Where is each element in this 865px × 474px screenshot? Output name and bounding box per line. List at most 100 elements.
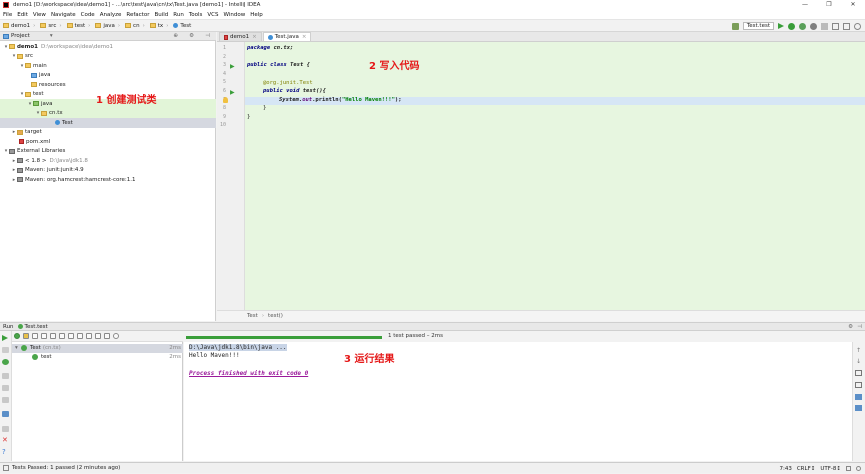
tree-item-junit[interactable]: ▸ Maven: junit:junit:4.9 (0, 166, 216, 176)
tree-item-main-java[interactable]: java (0, 71, 216, 81)
menu-edit[interactable]: Edit (17, 12, 28, 18)
close-icon[interactable]: × (302, 34, 307, 40)
menu-analyze[interactable]: Analyze (100, 12, 122, 18)
status-icon[interactable] (3, 465, 9, 471)
tab-test-java[interactable]: Test.java × (262, 32, 312, 41)
editor-crumb-class[interactable]: Test (247, 313, 258, 319)
hide-icon[interactable]: ⊣ (205, 33, 210, 39)
project-pane-header[interactable]: Project ▾ ⊕ ⚙ ⊣ (0, 32, 216, 41)
pin-icon[interactable] (2, 426, 9, 432)
build-hammer-icon[interactable] (731, 22, 739, 30)
menu-vcs[interactable]: VCS (207, 12, 218, 18)
file-encoding[interactable]: UTF-8↕ (820, 466, 841, 472)
expand-all-icon[interactable] (59, 333, 65, 339)
menu-view[interactable]: View (33, 12, 46, 18)
filter-icon[interactable] (50, 333, 56, 339)
run-icon[interactable] (778, 23, 784, 29)
scroll-to-end-icon[interactable] (855, 382, 862, 388)
breadcrumb-item[interactable]: src › (40, 23, 64, 29)
inspector-icon[interactable] (856, 466, 861, 471)
console-output[interactable]: D:\Java\jdk1.8\bin\java ... Hello Maven!… (184, 342, 852, 461)
rerun-failed-icon[interactable] (2, 347, 9, 353)
editor-crumb-method[interactable]: test() (268, 313, 283, 319)
sort-duration-icon[interactable] (41, 333, 47, 339)
soft-wrap-icon[interactable] (855, 370, 862, 376)
stop-icon[interactable] (2, 373, 9, 379)
sync-icon[interactable]: ⊕ (173, 33, 178, 39)
tree-item-target[interactable]: ▸ target (0, 128, 216, 138)
lock-icon[interactable] (846, 466, 851, 471)
tree-item-hamcrest[interactable]: ▸ Maven: org.hamcrest:hamcrest-core:1.1 (0, 175, 216, 185)
tree-item-test-class[interactable]: Test (0, 118, 216, 128)
debug-icon[interactable] (788, 22, 795, 30)
tree-item-jdk[interactable]: ▸ < 1.8 > D:\Java\jdk1.8 (0, 156, 216, 166)
status-message[interactable]: Tests Passed: 1 passed (2 minutes ago) (12, 465, 120, 471)
tree-item-pom[interactable]: pom.xml (0, 137, 216, 147)
close-run-icon[interactable]: ✕ (2, 437, 9, 444)
scroll-up-icon[interactable]: ↑ (856, 347, 861, 354)
menu-tools[interactable]: Tools (189, 12, 203, 18)
run-gutter-icon[interactable]: ▶ (230, 63, 235, 70)
tree-item-demo1[interactable]: ▾ demo1 D:\workspace\idea\demo1 (0, 42, 216, 52)
close-icon[interactable]: × (252, 34, 257, 40)
settings-icon[interactable] (843, 22, 850, 30)
run-gutter-icon[interactable]: ▶ (230, 89, 235, 96)
menu-window[interactable]: Window (224, 12, 246, 18)
coverage-icon[interactable] (799, 22, 806, 30)
breadcrumb-item[interactable]: cn › (125, 23, 148, 29)
settings-icon[interactable]: ⚙ (189, 33, 194, 39)
caret-position[interactable]: 7:43 (779, 466, 791, 472)
tree-item-cn-tx[interactable]: ▾ cn.tx (0, 108, 216, 118)
code-editor[interactable]: package cn.tx; public class Test { @org.… (245, 42, 865, 310)
test-case-row[interactable]: test 2ms (12, 353, 183, 362)
tree-item-main[interactable]: ▾ main (0, 61, 216, 71)
menu-code[interactable]: Code (81, 12, 95, 18)
clear-all-icon[interactable] (855, 405, 862, 411)
hide-icon[interactable]: ⊣ (857, 324, 862, 330)
line-separator[interactable]: CRLF↕ (797, 466, 816, 472)
export-icon[interactable] (95, 333, 101, 339)
stop-icon[interactable] (821, 22, 828, 30)
dump-threads-icon[interactable] (2, 411, 9, 417)
print-icon[interactable] (855, 394, 862, 400)
export-icon[interactable] (2, 397, 9, 403)
show-ignored-icon[interactable] (23, 333, 29, 339)
menu-file[interactable]: File (3, 12, 12, 18)
rerun-icon[interactable] (2, 335, 8, 341)
layout-icon[interactable] (2, 385, 9, 391)
menu-help[interactable]: Help (250, 12, 263, 18)
search-icon[interactable] (854, 22, 861, 30)
previous-icon[interactable] (77, 333, 83, 339)
tree-item-resources[interactable]: resources (0, 80, 216, 90)
history-icon[interactable] (104, 333, 110, 339)
tab-demo1[interactable]: demo1 × (219, 32, 262, 41)
lightbulb-icon[interactable] (223, 97, 228, 103)
test-suite-row[interactable]: ▾ Test (cn.tx) 2ms (12, 344, 183, 353)
run-config-select[interactable]: Test.test (742, 22, 774, 30)
breadcrumb-item[interactable]: test › (66, 23, 94, 29)
settings-icon[interactable]: ⚙ (848, 324, 853, 330)
help-icon[interactable]: ? (2, 449, 9, 456)
collapse-all-icon[interactable] (68, 333, 74, 339)
breadcrumb-item[interactable]: Test (173, 23, 191, 29)
next-icon[interactable] (86, 333, 92, 339)
minimize-button[interactable]: — (793, 0, 817, 10)
toggle-autotest-icon[interactable] (2, 359, 9, 365)
menu-run[interactable]: Run (173, 12, 184, 18)
breadcrumb-item[interactable]: tx › (149, 23, 172, 29)
tree-item-src[interactable]: ▾ src (0, 52, 216, 62)
tree-item-external-libraries[interactable]: ▾ External Libraries (0, 147, 216, 157)
run-tab[interactable]: Test.test (17, 324, 48, 330)
close-button[interactable]: ✕ (841, 0, 865, 10)
search-icon[interactable] (113, 333, 119, 339)
structure-icon[interactable] (832, 22, 839, 30)
sort-alpha-icon[interactable] (32, 333, 38, 339)
show-passed-icon[interactable] (14, 333, 20, 339)
breadcrumb-item[interactable]: java › (95, 23, 123, 29)
breadcrumb-item[interactable]: demo1 › (3, 23, 38, 29)
maximize-button[interactable]: ❐ (817, 0, 841, 10)
profile-icon[interactable] (810, 22, 817, 30)
menu-navigate[interactable]: Navigate (51, 12, 76, 18)
dropdown-icon[interactable]: ▾ (50, 33, 53, 39)
menu-build[interactable]: Build (154, 12, 168, 18)
